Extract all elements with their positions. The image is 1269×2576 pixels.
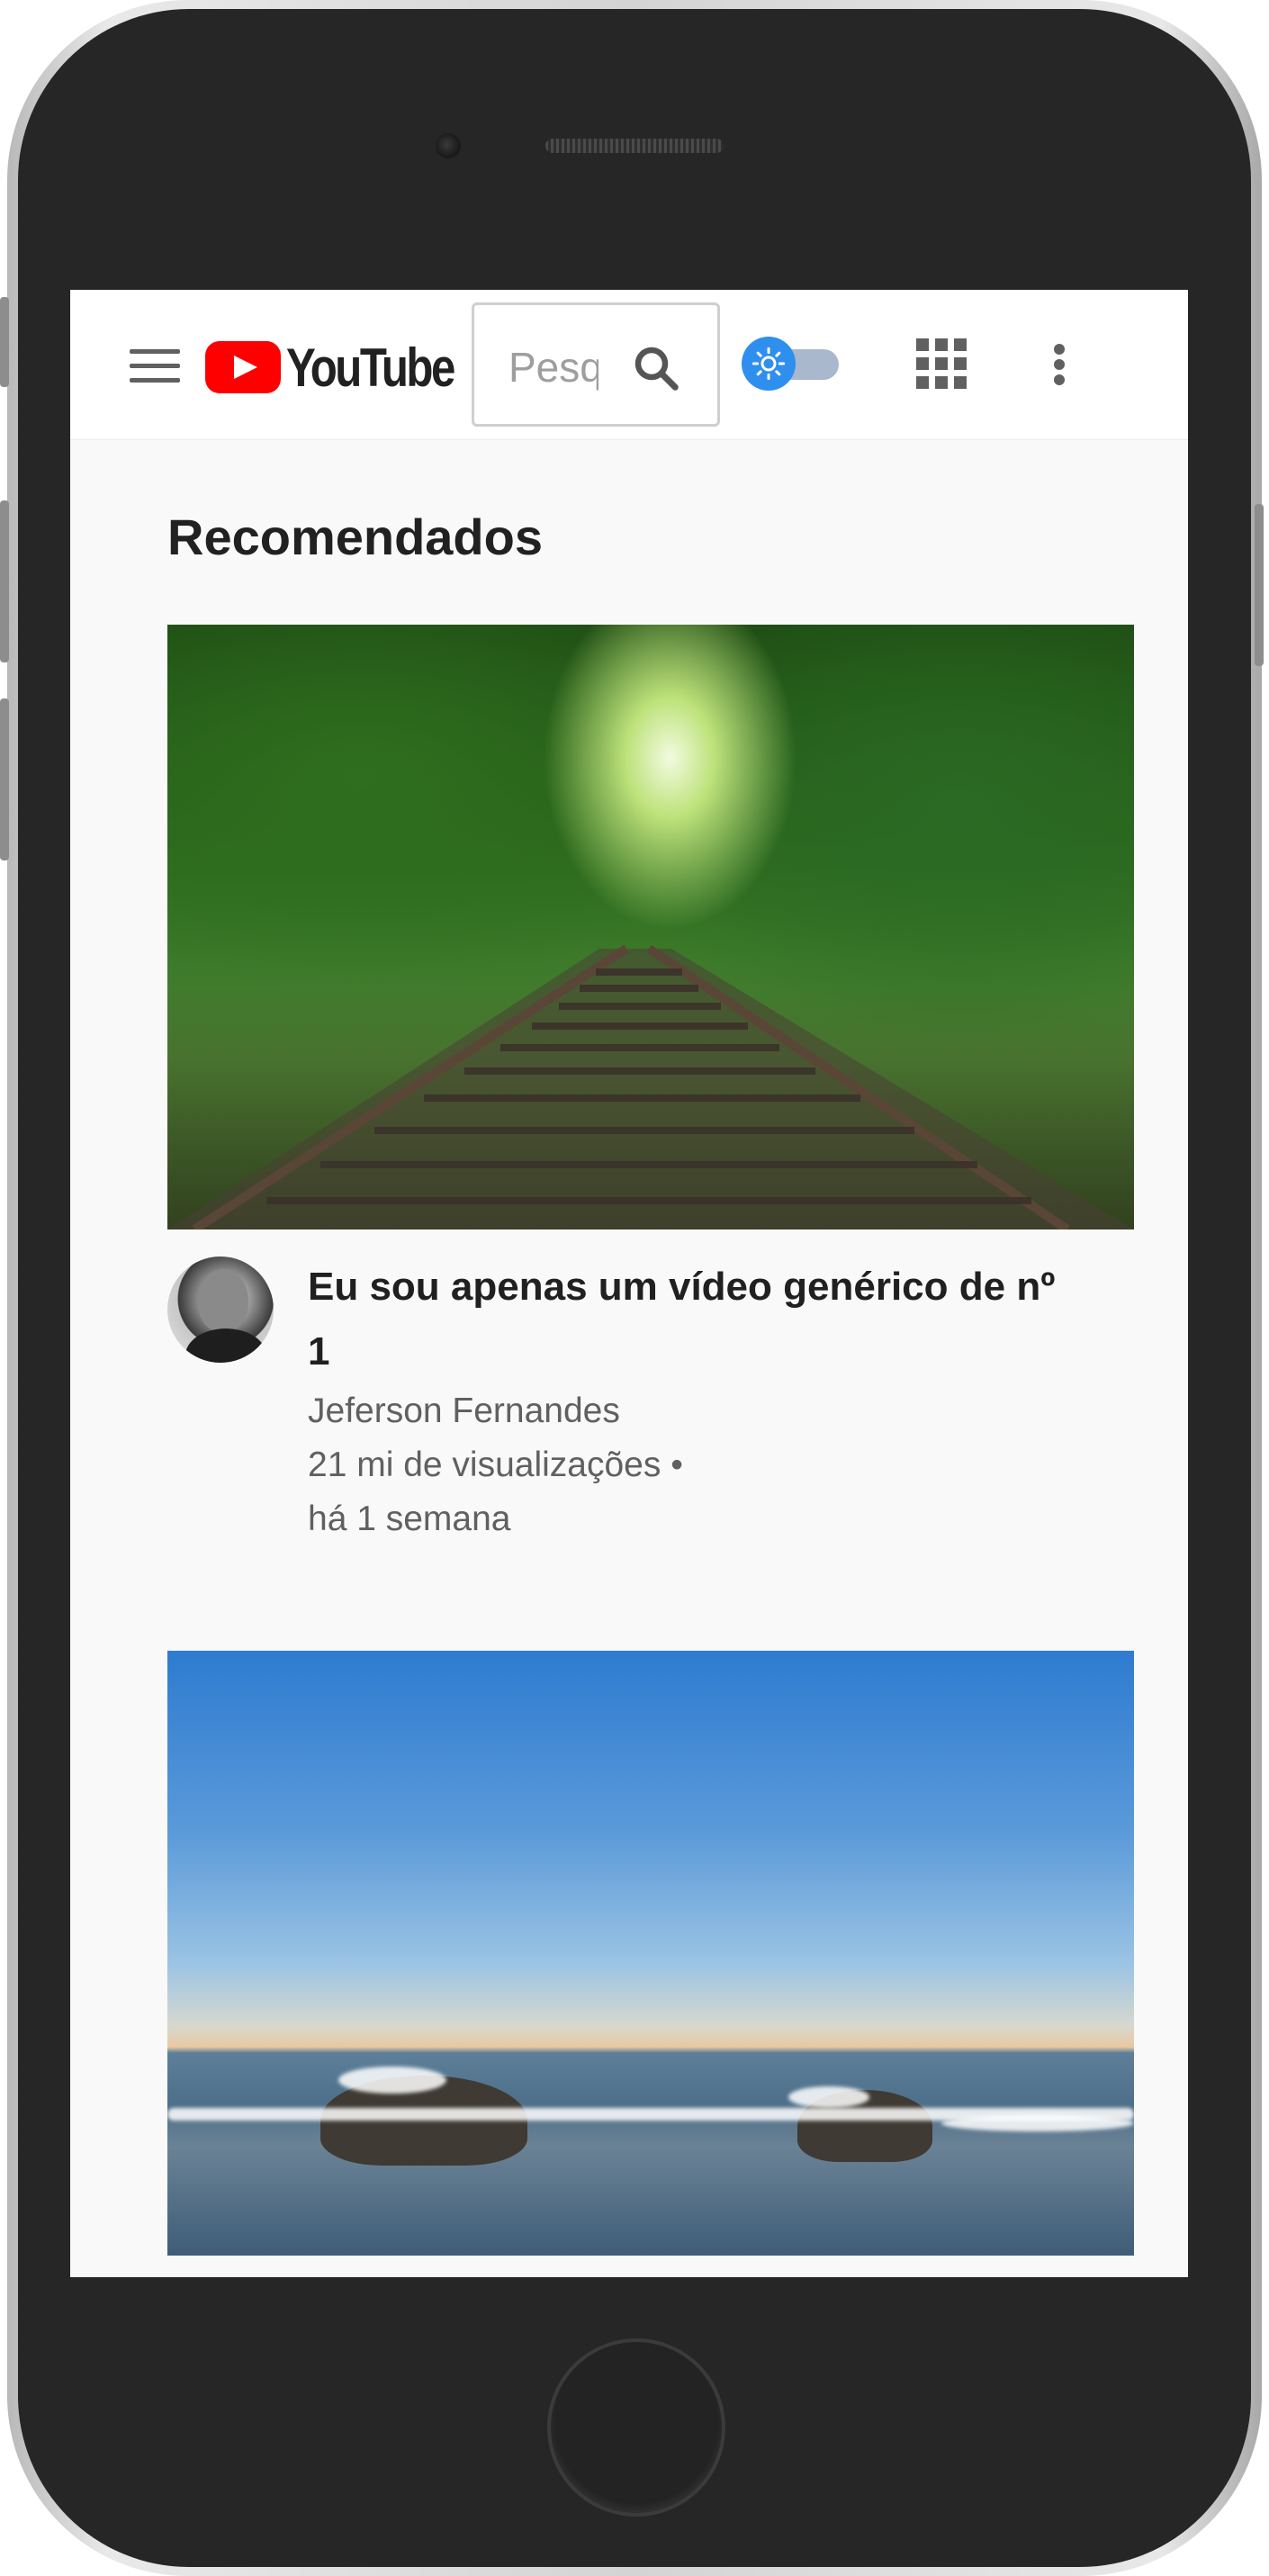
sun-icon: [752, 347, 786, 381]
grid-apps-icon[interactable]: [914, 337, 968, 391]
video-card[interactable]: [167, 1651, 1134, 2256]
power-button: [1255, 504, 1264, 666]
youtube-play-icon: [205, 341, 281, 393]
wave-foam: [338, 2067, 446, 2094]
home-button[interactable]: [547, 2338, 725, 2517]
top-app-bar: YouTube: [70, 290, 1188, 440]
video-meta: Eu sou apenas um vídeo genérico de nº 1 …: [167, 1255, 1134, 1538]
app-screen: YouTube Pesquisar Recomendados Eu sou ap…: [70, 290, 1188, 2277]
railway-track-image: [167, 944, 1134, 1229]
logo-text: YouTube: [286, 337, 455, 398]
wave-foam: [788, 2086, 869, 2108]
video-thumbnail[interactable]: [167, 1651, 1134, 2256]
more-vertical-icon[interactable]: [1046, 333, 1073, 396]
hamburger-menu-icon[interactable]: [130, 346, 180, 385]
mute-switch: [0, 297, 9, 387]
search-box[interactable]: [472, 302, 720, 427]
video-title[interactable]: Eu sou apenas um vídeo genérico de nº 1: [308, 1255, 1082, 1384]
volume-up-button: [0, 500, 9, 662]
view-count: 21 mi de visualizações •: [308, 1446, 683, 1484]
toggle-knob: [742, 337, 796, 391]
front-camera: [436, 133, 461, 158]
video-card[interactable]: Eu sou apenas um vídeo genérico de nº 1 …: [167, 625, 1134, 1538]
video-thumbnail[interactable]: [167, 625, 1134, 1229]
channel-name[interactable]: Jeferson Fernandes: [308, 1392, 620, 1431]
upload-age: há 1 semana: [308, 1500, 511, 1538]
youtube-logo[interactable]: YouTube: [205, 338, 490, 398]
search-icon[interactable]: [629, 341, 683, 395]
earpiece-speaker: [545, 139, 724, 153]
volume-down-button: [0, 698, 9, 860]
channel-avatar[interactable]: [167, 1256, 274, 1363]
theme-toggle[interactable]: [742, 337, 844, 391]
wave-foam: [941, 2115, 1134, 2131]
search-input[interactable]: [507, 341, 600, 393]
section-title: Recomendados: [167, 509, 543, 565]
